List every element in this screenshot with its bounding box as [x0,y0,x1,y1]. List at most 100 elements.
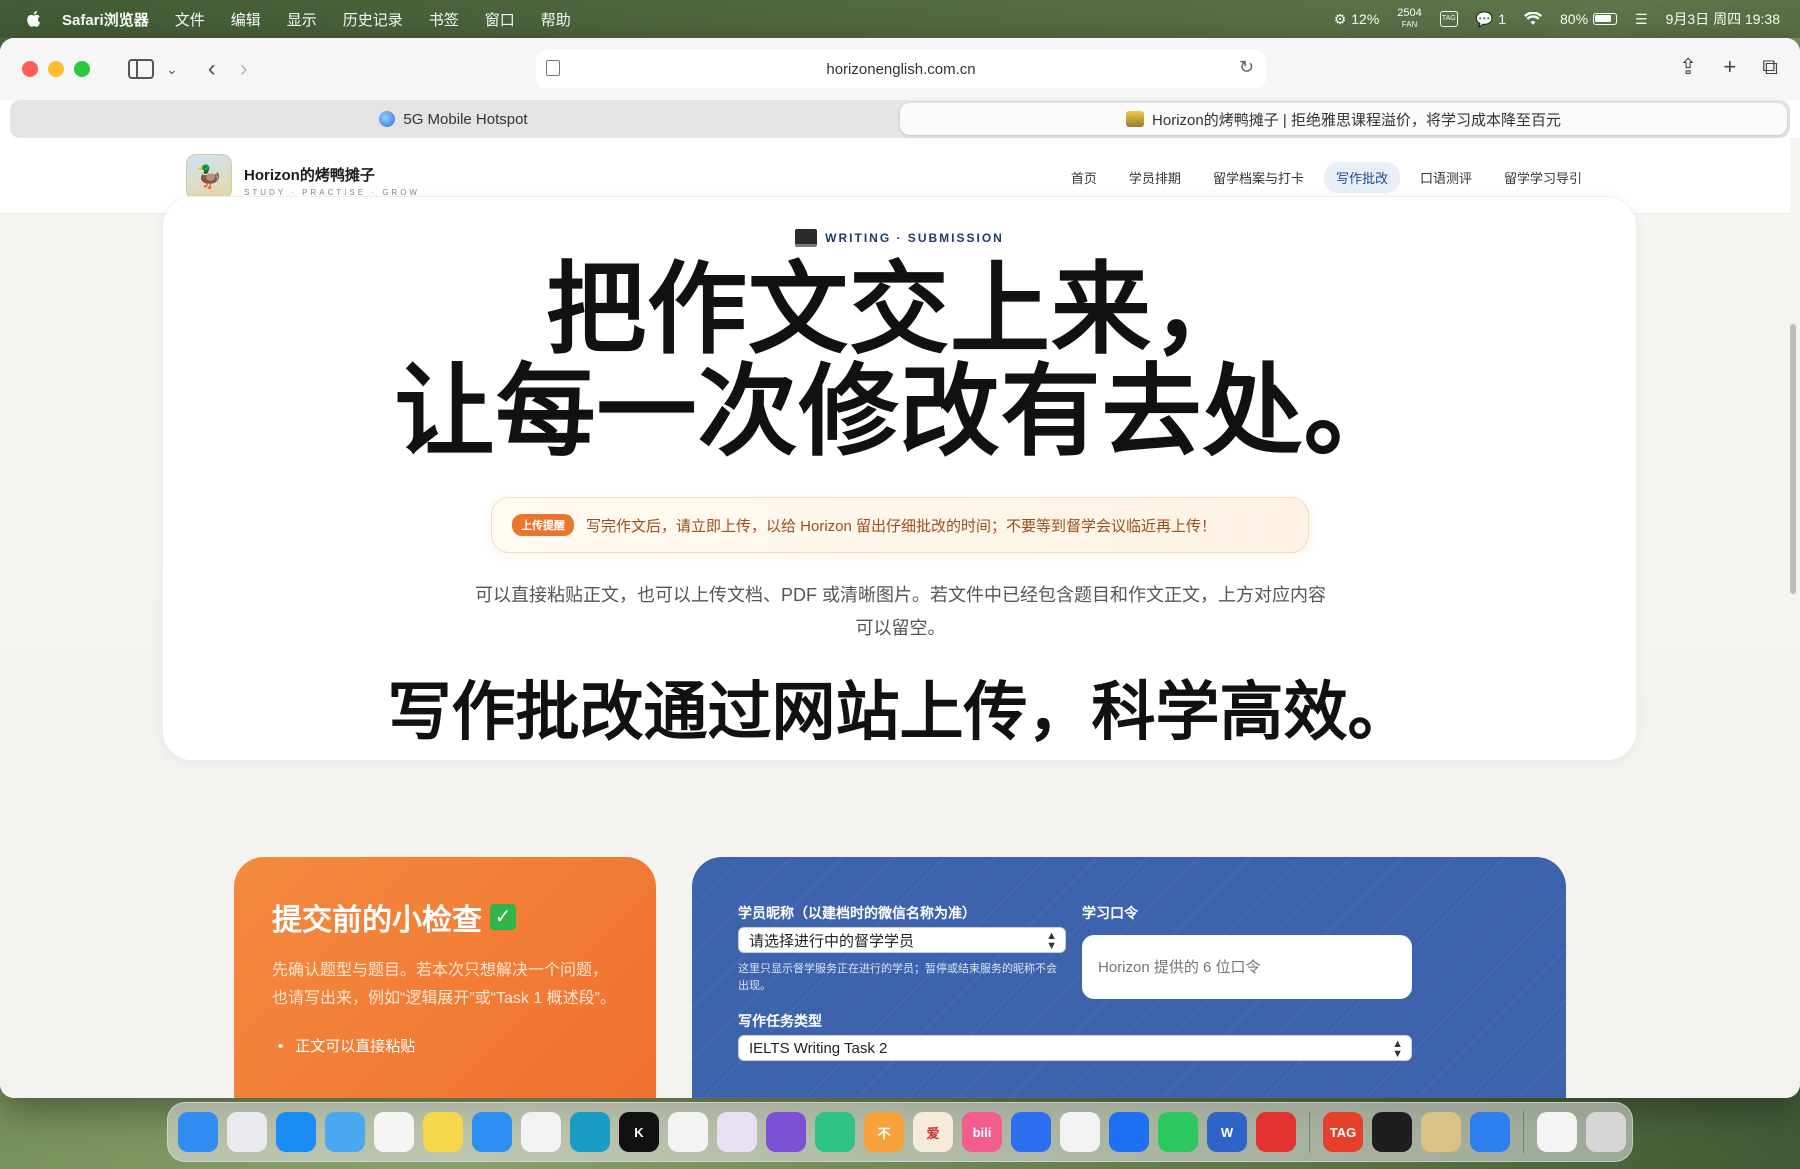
trash-icon[interactable] [1586,1112,1626,1152]
launchpad-icon[interactable] [227,1112,267,1152]
back-arrow-icon[interactable]: ‹ [208,55,216,83]
video-caption: 写作批改通过网站上传，科学高效。 [386,675,1413,750]
battery-value: 80% [1560,11,1589,27]
toolbar-right-actions: ⇪ + ⧉ [1679,54,1778,80]
activity-monitor-icon[interactable] [1372,1112,1412,1152]
control-center-icon[interactable]: ☰ [1635,11,1648,28]
lark-icon[interactable] [1109,1112,1149,1152]
nav-writing[interactable]: 写作批改 [1323,162,1400,193]
history-nav: ‹ › [208,55,248,83]
reminder-badge: 上传提醒 [512,514,574,536]
site-logo[interactable]: 🦆 [186,154,232,200]
close-window-button[interactable] [22,61,38,77]
netease-music-icon[interactable] [1256,1112,1296,1152]
zoom-window-button[interactable] [74,61,90,77]
list-app-icon[interactable] [815,1112,855,1152]
tab-label: Horizon的烤鸭摊子 | 拒绝雅思课程溢价，将学习成本降至百元 [1152,111,1561,129]
notes-icon[interactable] [423,1112,463,1152]
duck-mascot-icon: 🦆 [195,164,223,189]
share-icon[interactable]: ⇪ [1679,54,1697,80]
document-icon[interactable] [1537,1112,1577,1152]
nav-guide[interactable]: 留学学习导引 [1492,162,1594,193]
chevron-down-icon[interactable]: ⌄ [166,61,178,78]
nav-archive[interactable]: 留学档案与打卡 [1201,162,1316,193]
not-forget-icon[interactable]: 不 [864,1112,904,1152]
passcode-input[interactable] [1082,935,1412,999]
battery-icon [1593,13,1618,25]
tab-bar: 5G Mobile Hotspot Horizon的烤鸭摊子 | 拒绝雅思课程溢… [10,100,1790,138]
fan-status[interactable]: 2504 FAN [1397,8,1421,30]
wechat-status[interactable]: 💬 1 [1476,11,1506,28]
checklist-title: 提交前的小检查 ✓ [272,895,618,939]
hero-description: 可以直接粘贴正文，也可以上传文档、PDF 或清晰图片。若文件中已经包含题目和作文… [475,585,1326,638]
menu-view[interactable]: 显示 [287,9,317,30]
tab-label: 5G Mobile Hotspot [403,110,528,128]
brand[interactable]: Horizon的烤鸭摊子 STUDY · PRACTISE · GROW [244,164,420,197]
edge-icon[interactable] [570,1112,610,1152]
chatgpt-icon[interactable] [668,1112,708,1152]
menu-help[interactable]: 帮助 [541,9,571,30]
chrome-icon[interactable] [521,1112,561,1152]
wechat-icon[interactable] [1158,1112,1198,1152]
window-controls [22,61,90,77]
page-scrollbar[interactable] [1790,324,1796,594]
sidebar-toggle-icon[interactable] [128,59,154,79]
reload-icon[interactable]: ↻ [1239,57,1254,78]
horizon-app-icon[interactable] [1421,1112,1461,1152]
tag-menubar-icon[interactable]: TAG [1439,11,1458,27]
menu-file[interactable]: 文件 [175,9,205,30]
laptop-icon [795,229,818,247]
nav-home[interactable]: 首页 [1059,162,1109,193]
word-icon[interactable]: W [1207,1112,1247,1152]
browser-toolbar: ⌄ ‹ › horizonenglish.com.cn ↻ ⇪ + ⧉ [0,38,1800,100]
nav-speaking[interactable]: 口语测评 [1408,162,1484,193]
cpu-status[interactable]: ⚙ 12% [1334,11,1380,28]
tab-overview-icon[interactable]: ⧉ [1762,54,1778,80]
tab-hotspot[interactable]: 5G Mobile Hotspot [10,100,897,138]
address-bar[interactable]: horizonenglish.com.cn ↻ [536,50,1266,88]
aitingxie-icon[interactable]: 爱 [913,1112,953,1152]
menu-window[interactable]: 窗口 [485,9,515,30]
photo-app-icon[interactable] [1060,1112,1100,1152]
menubar-status-area: ⚙ 12% 2504 FAN TAG 💬 1 80% ☰ 9月3日 周四 19:… [1334,0,1780,38]
safari-icon[interactable] [472,1112,512,1152]
apple-logo-icon[interactable] [24,9,44,29]
avatar-app-icon[interactable] [717,1112,757,1152]
tag-app-icon[interactable]: TAG [1323,1112,1363,1152]
mail-app-icon[interactable] [1470,1112,1510,1152]
cpu-icon: ⚙ [1333,10,1347,27]
tab-horizon[interactable]: Horizon的烤鸭摊子 | 拒绝雅思课程溢价，将学习成本降至百元 [900,103,1787,135]
minimize-window-button[interactable] [48,61,64,77]
checklist-title-text: 提交前的小检查 [272,904,482,937]
qq-browser-icon[interactable] [1011,1112,1051,1152]
wifi-icon[interactable] [1524,12,1543,26]
safari-window: ⌄ ‹ › horizonenglish.com.cn ↻ ⇪ + ⧉ 5G M… [0,38,1800,1098]
cpu-value: 12% [1351,11,1380,27]
finder-icon[interactable] [178,1112,218,1152]
forward-arrow-icon[interactable]: › [240,55,248,83]
passcode-label: 学习口令 [1082,905,1138,921]
menubar-clock[interactable]: 9月3日 周四 19:38 [1666,9,1780,29]
app-store-icon[interactable] [276,1112,316,1152]
menu-app-name[interactable]: Safari浏览器 [62,9,149,30]
globe-icon [379,111,396,127]
battery-status[interactable]: 80% [1560,11,1618,27]
new-tab-icon[interactable]: + [1723,54,1736,80]
k-app-icon[interactable]: K [619,1112,659,1152]
list-item: 正文可以直接粘贴 [278,1035,618,1056]
photos-icon[interactable] [374,1112,414,1152]
nav-schedule[interactable]: 学员排期 [1117,162,1193,193]
menu-edit[interactable]: 编辑 [231,9,261,30]
page-settings-icon[interactable] [546,60,560,76]
main-nav: 首页 学员排期 留学档案与打卡 写作批改 口语测评 留学学习导引 [1059,162,1594,193]
ai-assistant-icon[interactable] [766,1112,806,1152]
icloud-icon[interactable] [325,1112,365,1152]
macos-dock: K 不爱 bili W TAG [167,1102,1633,1162]
task-select-value: IELTS Writing Task 2 [749,1039,888,1057]
task-type-select[interactable]: IELTS Writing Task 2 ▲ ▼ [738,1035,1412,1061]
student-select[interactable]: 请选择进行中的督学学员 ▲ ▼ [738,927,1066,953]
menu-history[interactable]: 历史记录 [343,9,403,30]
checklist-items: 正文可以直接粘贴 [272,1035,618,1056]
bilibili-icon[interactable]: bili [962,1112,1002,1152]
menu-bookmarks[interactable]: 书签 [429,9,459,30]
